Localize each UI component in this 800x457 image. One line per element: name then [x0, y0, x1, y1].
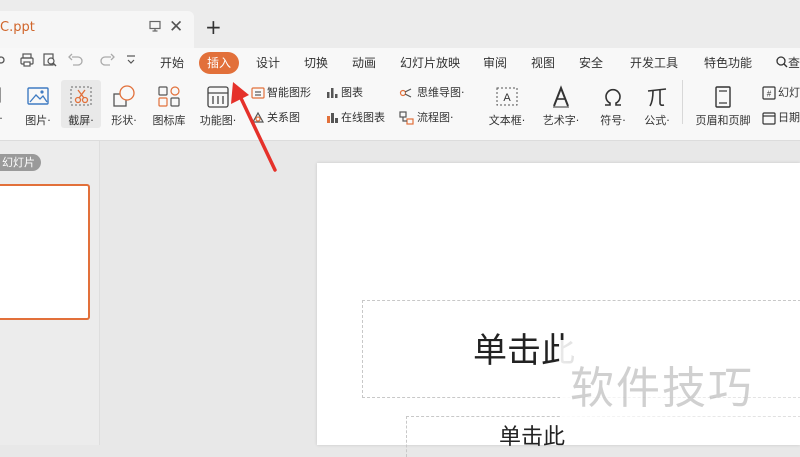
- word-art-tool[interactable]: 艺术字·: [538, 84, 584, 128]
- ribbon-divider: [682, 80, 683, 124]
- picture-icon: [27, 87, 49, 105]
- text-box-icon: A: [496, 87, 518, 106]
- redo-icon[interactable]: [99, 53, 115, 71]
- search-button[interactable]: 查: [776, 52, 800, 74]
- tab-transitions[interactable]: 切换: [304, 52, 328, 74]
- text-box-label: 文本框·: [488, 114, 526, 127]
- share-icon[interactable]: [0, 53, 10, 71]
- slide-thumbnail[interactable]: [0, 184, 90, 320]
- shapes-tool-label: 形状·: [111, 114, 137, 127]
- screenshot-tool-label: 截屏·: [68, 114, 94, 127]
- slide-number-icon: #: [762, 86, 776, 100]
- table-icon: [0, 87, 1, 103]
- word-art-icon: [553, 85, 569, 108]
- pi-icon: [647, 88, 667, 107]
- scissors-icon: [70, 86, 92, 106]
- screenshot-tool[interactable]: 截屏·: [61, 84, 101, 128]
- new-tab-button[interactable]: +: [205, 17, 222, 37]
- picture-tool[interactable]: 图片·: [18, 84, 58, 128]
- symbol-label: 符号·: [600, 114, 626, 127]
- calendar-icon: [762, 112, 776, 125]
- title-tab-bar: C.ppt ✕ +: [0, 0, 800, 48]
- header-footer-tool[interactable]: 页眉和页脚: [692, 84, 754, 128]
- slide-number-label: 幻灯: [778, 86, 800, 99]
- svg-text:A: A: [503, 92, 511, 104]
- undo-icon[interactable]: [68, 53, 84, 71]
- date-tool[interactable]: 日期: [762, 109, 800, 125]
- table-tool-label: ·: [0, 112, 8, 125]
- date-label: 日期: [778, 111, 800, 124]
- tab-animation[interactable]: 动画: [352, 52, 376, 74]
- icon-library-tool[interactable]: 图标库: [149, 84, 189, 128]
- flowchart-icon: [399, 111, 414, 125]
- watermark-text: 软件技巧: [570, 363, 754, 414]
- slides-panel-label: 幻灯片: [0, 154, 41, 171]
- preview-icon[interactable]: [43, 53, 57, 71]
- chart-label: 图表: [341, 86, 363, 99]
- text-box-tool[interactable]: A 文本框·: [484, 84, 530, 128]
- tab-insert[interactable]: 插入: [199, 52, 240, 74]
- word-art-label: 艺术字·: [542, 114, 580, 127]
- annotation-arrow: [231, 82, 277, 172]
- slide-number-tool[interactable]: # 幻灯: [762, 84, 800, 100]
- ribbon: 开始 插入 设计 切换 动画 幻灯片放映 审阅 视图 安全 开发工具 特色功能 …: [0, 48, 800, 141]
- document-tab-title: C.ppt: [0, 20, 35, 35]
- tab-slideshow[interactable]: 幻灯片放映: [400, 52, 460, 74]
- mind-map-tool[interactable]: 思维导图·: [399, 84, 465, 100]
- online-chart-icon: [327, 113, 338, 123]
- table-tool[interactable]: ·: [0, 84, 8, 125]
- close-icon[interactable]: ✕: [169, 17, 183, 37]
- online-chart-label: 在线图表: [341, 111, 385, 124]
- mind-map-label: 思维导图·: [417, 86, 465, 99]
- header-footer-icon: [715, 86, 731, 108]
- online-chart-tool[interactable]: 在线图表: [325, 109, 385, 125]
- header-footer-label: 页眉和页脚: [695, 114, 751, 127]
- chart-tool[interactable]: 图表: [325, 84, 363, 100]
- shapes-icon: [113, 85, 135, 107]
- search-icon: [776, 56, 788, 68]
- tab-special-features[interactable]: 特色功能: [704, 52, 752, 74]
- tab-home[interactable]: 开始: [160, 52, 184, 74]
- flowchart-label: 流程图·: [417, 111, 454, 124]
- mind-map-icon: [399, 88, 412, 98]
- tab-design[interactable]: 设计: [256, 52, 280, 74]
- document-tab[interactable]: C.ppt ✕: [0, 11, 194, 48]
- formula-label: 公式·: [644, 114, 670, 127]
- icon-library-tool-label: 图标库: [152, 114, 186, 127]
- tab-review[interactable]: 审阅: [483, 52, 507, 74]
- icon-library-icon: [158, 86, 180, 107]
- formula-tool[interactable]: 公式·: [637, 84, 677, 128]
- svg-text:#: #: [767, 90, 772, 99]
- slides-panel: 幻灯片: [0, 141, 100, 445]
- subtitle-placeholder[interactable]: 单击此: [406, 416, 800, 457]
- print-icon[interactable]: [20, 53, 34, 71]
- customize-icon[interactable]: [126, 53, 136, 71]
- tab-view[interactable]: 视图: [531, 52, 555, 74]
- tab-developer[interactable]: 开发工具: [630, 52, 678, 74]
- subtitle-placeholder-text: 单击此: [499, 425, 566, 450]
- screen-icon[interactable]: [149, 20, 161, 35]
- shapes-tool[interactable]: 形状·: [104, 84, 144, 128]
- omega-icon: [605, 88, 621, 106]
- picture-tool-label: 图片·: [25, 114, 51, 127]
- symbol-tool[interactable]: 符号·: [593, 84, 633, 128]
- flowchart-tool[interactable]: 流程图·: [399, 109, 454, 125]
- search-label: 查: [788, 56, 800, 70]
- tab-security[interactable]: 安全: [579, 52, 603, 74]
- bar-chart-icon: [327, 88, 338, 98]
